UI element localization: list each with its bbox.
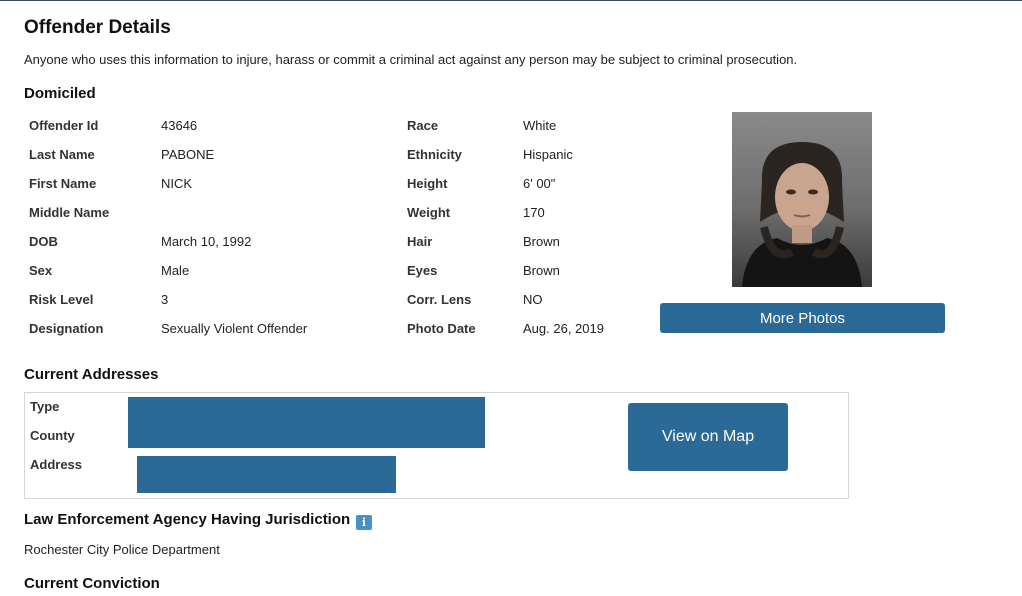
eyes-value: Brown <box>523 263 560 278</box>
view-on-map-button[interactable]: View on Map <box>628 403 788 471</box>
last-name-label: Last Name <box>29 147 95 162</box>
address-county-label: County <box>30 428 75 443</box>
disclaimer-text: Anyone who uses this information to inju… <box>24 52 798 67</box>
current-addresses-heading: Current Addresses <box>24 366 159 383</box>
risk-level-label: Risk Level <box>29 292 94 307</box>
agency-name: Rochester City Police Department <box>24 542 220 557</box>
corr-lens-label: Corr. Lens <box>407 292 472 307</box>
redacted-address <box>137 456 396 493</box>
offender-id-value: 43646 <box>161 118 198 133</box>
hair-value: Brown <box>523 234 560 249</box>
height-label: Height <box>407 176 448 191</box>
eyes-label: Eyes <box>407 263 438 278</box>
more-photos-button[interactable]: More Photos <box>660 303 945 333</box>
photo-date-value: Aug. 26, 2019 <box>523 321 604 336</box>
current-conviction-heading: Current Conviction <box>24 575 160 592</box>
offender-id-label: Offender Id <box>29 118 99 133</box>
sex-value: Male <box>161 263 190 278</box>
first-name-label: First Name <box>29 176 97 191</box>
height-value: 6' 00" <box>523 176 556 191</box>
address-type-label: Type <box>30 399 60 414</box>
middle-name-label: Middle Name <box>29 205 110 220</box>
designation-label: Designation <box>29 321 104 336</box>
first-name-value: NICK <box>161 176 193 191</box>
weight-value: 170 <box>523 205 545 220</box>
photo-date-label: Photo Date <box>407 321 476 336</box>
address-label: Address <box>30 457 83 472</box>
race-value: White <box>523 118 557 133</box>
domiciled-heading: Domiciled <box>24 85 96 102</box>
jurisdiction-heading: Law Enforcement Agency Having Jurisdicti… <box>24 511 351 528</box>
info-icon[interactable]: i <box>356 515 372 530</box>
redacted-type-county <box>128 397 485 448</box>
ethnicity-value: Hispanic <box>523 147 573 162</box>
designation-value: Sexually Violent Offender <box>161 321 308 336</box>
offender-photo <box>732 112 872 287</box>
hair-label: Hair <box>407 234 433 249</box>
dob-value: March 10, 1992 <box>161 234 252 249</box>
ethnicity-label: Ethnicity <box>407 147 462 162</box>
page-title: Offender Details <box>24 17 171 38</box>
weight-label: Weight <box>407 205 451 220</box>
top-divider <box>0 0 1022 1</box>
last-name-value: PABONE <box>161 147 215 162</box>
dob-label: DOB <box>29 234 58 249</box>
sex-label: Sex <box>29 263 53 278</box>
risk-level-value: 3 <box>161 292 169 307</box>
corr-lens-value: NO <box>523 292 543 307</box>
race-label: Race <box>407 118 439 133</box>
